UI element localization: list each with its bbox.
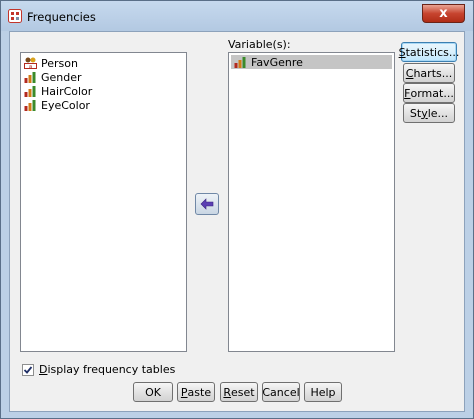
source-variable-item-label: EyeColor bbox=[41, 98, 90, 112]
paste-button[interactable]: Paste bbox=[177, 382, 215, 402]
reset-button[interactable]: Reset bbox=[220, 382, 258, 402]
frequencies-dialog-window: Frequencies x a Person Gender HairColor EyeC… bbox=[0, 0, 474, 419]
svg-text:a: a bbox=[29, 64, 32, 69]
ordinal-scale-icon bbox=[24, 100, 36, 111]
source-variable-item[interactable]: EyeColor bbox=[21, 98, 186, 112]
spss-app-icon bbox=[8, 9, 22, 23]
statistics-button[interactable]: Statistics... bbox=[399, 42, 459, 62]
checkmark-icon bbox=[23, 365, 33, 374]
display-frequency-tables-checkbox[interactable] bbox=[22, 363, 34, 376]
source-variable-item-label: Person bbox=[41, 56, 78, 70]
dialog-client-area: a Person Gender HairColor EyeColor Variable(… bbox=[9, 31, 465, 412]
cancel-button[interactable]: Cancel bbox=[262, 382, 300, 402]
selected-variable-item-label: FavGenre bbox=[251, 55, 303, 69]
source-variable-list[interactable]: a Person Gender HairColor EyeColor bbox=[20, 52, 187, 352]
display-frequency-tables-option[interactable]: Display frequency tables bbox=[22, 363, 175, 376]
ok-button[interactable]: OK bbox=[133, 382, 173, 402]
ordinal-scale-icon bbox=[234, 57, 246, 68]
source-variable-item[interactable]: HairColor bbox=[21, 84, 186, 98]
title-bar[interactable]: Frequencies x bbox=[1, 1, 473, 31]
nominal-string-icon: a bbox=[24, 57, 37, 69]
variables-label: Variable(s): bbox=[228, 38, 291, 51]
source-variable-item[interactable]: a Person bbox=[21, 56, 186, 70]
close-window-button[interactable]: x bbox=[422, 4, 465, 23]
source-variable-item[interactable]: Gender bbox=[21, 70, 186, 84]
ordinal-scale-icon bbox=[24, 86, 36, 97]
arrow-left-icon bbox=[200, 198, 214, 210]
charts-button[interactable]: Charts... bbox=[403, 63, 455, 83]
source-variable-item-label: HairColor bbox=[41, 84, 93, 98]
help-button[interactable]: Help bbox=[304, 382, 342, 402]
window-title: Frequencies bbox=[27, 10, 96, 24]
ordinal-scale-icon bbox=[24, 72, 36, 83]
source-variable-item-label: Gender bbox=[41, 70, 82, 84]
move-variable-button[interactable] bbox=[195, 193, 219, 215]
display-frequency-tables-label: Display frequency tables bbox=[39, 363, 176, 376]
close-icon: x bbox=[439, 6, 448, 21]
selected-variables-list[interactable]: FavGenre bbox=[228, 52, 395, 352]
format-button[interactable]: Format... bbox=[403, 83, 455, 103]
selected-variable-item[interactable]: FavGenre bbox=[231, 55, 392, 69]
style-button[interactable]: St y le... bbox=[403, 103, 455, 123]
